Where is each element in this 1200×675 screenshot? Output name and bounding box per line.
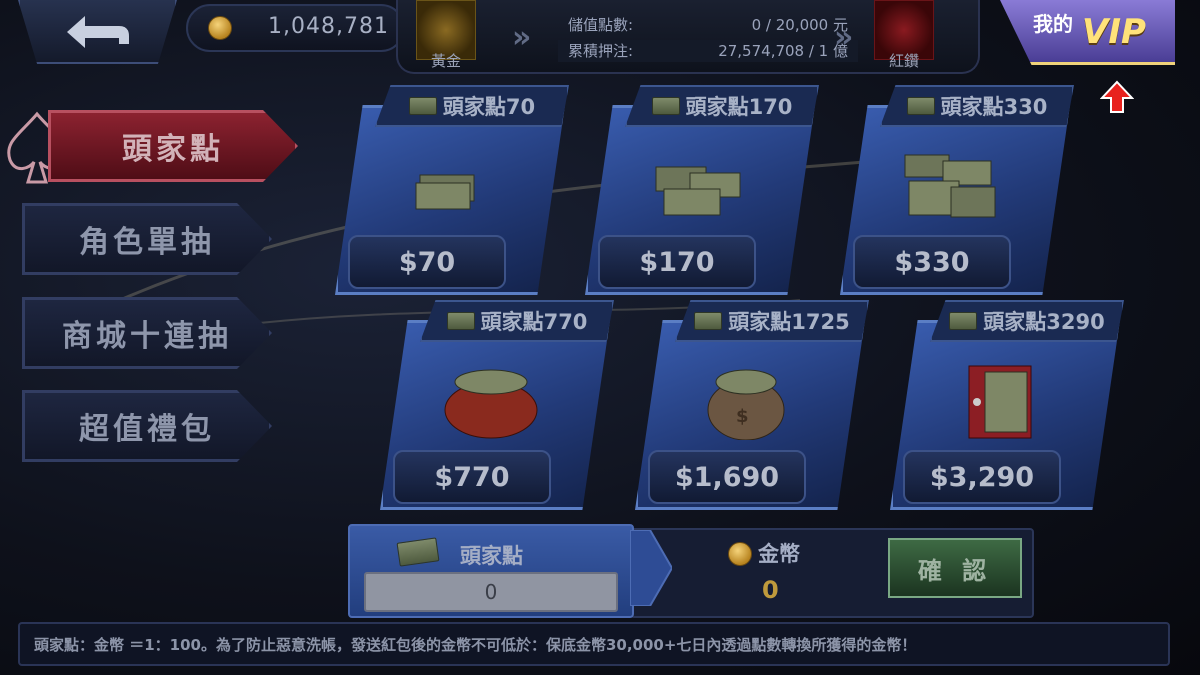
price-button[interactable]: $770 xyxy=(393,450,551,504)
vip-label: VIP xyxy=(1082,12,1146,52)
product-title: 頭家點1725 xyxy=(728,310,850,334)
my-vip-button[interactable]: 我的 VIP xyxy=(1000,0,1175,65)
product-card[interactable]: 頭家點770 $770 xyxy=(380,300,614,510)
vip-progress-panel: 黃金 » 儲值點數: 0 / 20,000 元 累積押注: 27,574,708… xyxy=(396,0,980,74)
product-title-bar: 頭家點170 xyxy=(625,85,819,127)
confirm-button[interactable]: 確 認 xyxy=(888,538,1022,598)
price-button[interactable]: $170 xyxy=(598,235,756,289)
product-card[interactable]: 頭家點330 $330 xyxy=(840,85,1074,295)
gold-coin-icon xyxy=(208,16,232,40)
gold-coin-icon xyxy=(728,542,752,566)
product-card[interactable]: 頭家點3290 $3,290 xyxy=(890,300,1124,510)
next-tier-label: 紅鑽 xyxy=(888,52,919,70)
bets-value: 27,574,708 / 1 億 xyxy=(718,42,848,60)
red-up-arrow-icon xyxy=(1100,80,1134,113)
price-button[interactable]: $1,690 xyxy=(648,450,806,504)
points-input[interactable]: 0 xyxy=(364,572,618,612)
cash-stacks-icon xyxy=(655,166,741,216)
bets-row: 累積押注: 27,574,708 / 1 億 xyxy=(558,40,858,62)
stored-points-row: 儲值點數: 0 / 20,000 元 xyxy=(558,14,858,36)
chevrons-right-icon: » xyxy=(834,20,854,55)
current-tier-label: 黃金 xyxy=(430,52,461,70)
sidebar-item-label: 角色單抽 xyxy=(79,225,215,260)
svg-text:$: $ xyxy=(736,406,749,427)
product-title-bar: 頭家點330 xyxy=(880,85,1074,127)
bets-label: 累積押注: xyxy=(568,42,634,60)
notice-text: 頭家點：金幣 ＝1：100。為了防止惡意洗帳，發送紅包後的金幣不可低於：保底金幣… xyxy=(18,622,1170,666)
price-button[interactable]: $330 xyxy=(853,235,1011,289)
price-button[interactable]: $3,290 xyxy=(903,450,1061,504)
product-title-bar: 頭家點1725 xyxy=(675,300,869,342)
product-card[interactable]: 頭家點70 $70 xyxy=(335,85,569,295)
coin-label: 金幣 xyxy=(758,542,800,566)
stored-points-label: 儲值點數: xyxy=(568,16,634,34)
back-button[interactable] xyxy=(18,0,177,64)
sidebar-item-label: 商城十連抽 xyxy=(62,319,232,354)
coin-output-value: 0 xyxy=(762,576,779,604)
product-title: 頭家點170 xyxy=(685,95,793,119)
brown-money-bag-icon: $ xyxy=(707,369,785,440)
sidebar-item-label: 頭家點 xyxy=(122,132,224,167)
product-title: 頭家點70 xyxy=(442,95,536,119)
cash-icon xyxy=(408,97,437,115)
cash-stack-icon xyxy=(415,174,475,210)
product-title: 頭家點330 xyxy=(940,95,1048,119)
points-input-panel: 頭家點 0 xyxy=(348,524,634,618)
chevrons-right-icon: » xyxy=(512,20,532,55)
cash-icon xyxy=(651,97,680,115)
sidebar-item-gift-pack[interactable]: 超值禮包 xyxy=(22,390,272,462)
back-arrow-icon xyxy=(66,16,129,48)
vip-my-label: 我的 xyxy=(1033,12,1073,36)
cash-icon xyxy=(396,537,440,567)
cash-icon xyxy=(906,97,935,115)
product-title-bar: 頭家點770 xyxy=(420,300,614,342)
price-button[interactable]: $70 xyxy=(348,235,506,289)
sidebar-item-ten-draw[interactable]: 商城十連抽 xyxy=(22,297,272,369)
large-cash-stacks-icon xyxy=(904,154,996,218)
product-title: 頭家點770 xyxy=(480,310,588,334)
red-safe-icon xyxy=(968,365,1032,439)
points-label: 頭家點 xyxy=(460,544,523,568)
product-card[interactable]: 頭家點1725 $ $1,690 xyxy=(635,300,869,510)
cash-icon xyxy=(694,312,723,330)
exchange-arrow-icon xyxy=(630,530,672,606)
coin-balance: 1,048,781 xyxy=(268,14,389,39)
red-money-bag-icon xyxy=(444,369,538,439)
sidebar-item-label: 超值禮包 xyxy=(79,412,215,447)
coin-balance-bar: 1,048,781 xyxy=(186,4,405,52)
sidebar-item-points[interactable]: 頭家點 xyxy=(48,110,298,182)
product-title-bar: 頭家點70 xyxy=(375,85,569,127)
product-title: 頭家點3290 xyxy=(983,310,1105,334)
cash-icon xyxy=(949,312,978,330)
product-title-bar: 頭家點3290 xyxy=(930,300,1124,342)
product-card[interactable]: 頭家點170 $170 xyxy=(585,85,819,295)
sidebar-item-single-draw[interactable]: 角色單抽 xyxy=(22,203,272,275)
cash-icon xyxy=(446,312,475,330)
